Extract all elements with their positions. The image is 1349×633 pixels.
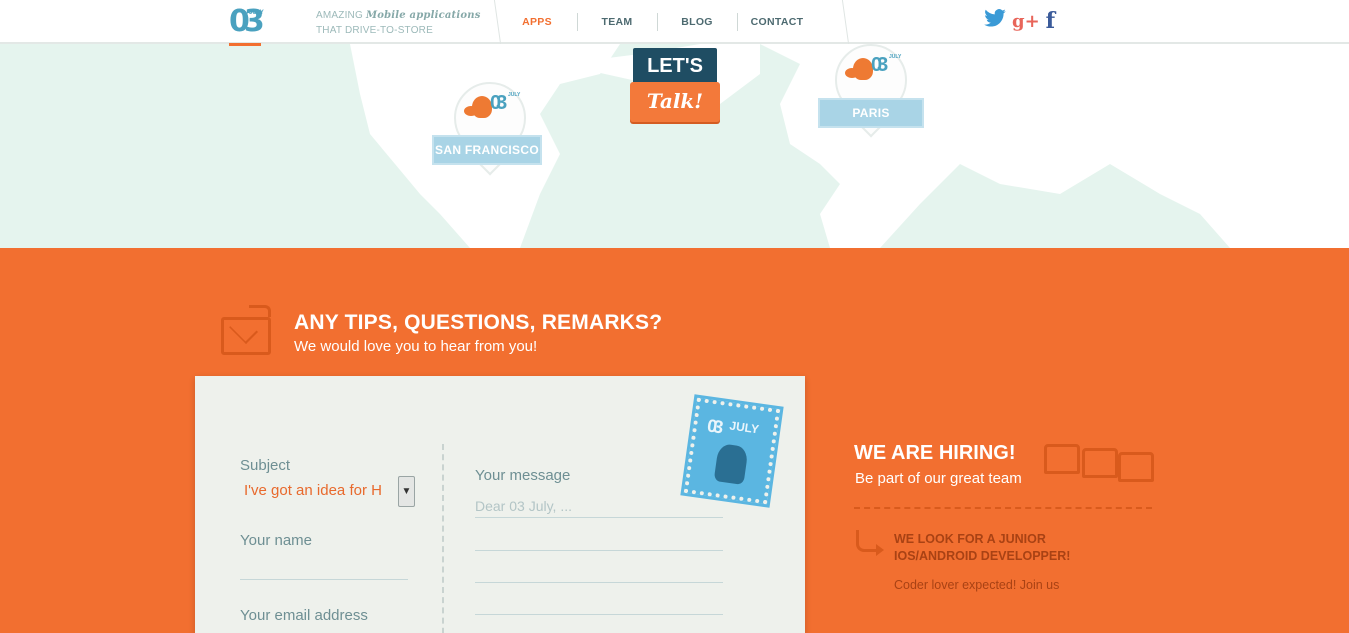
message-line (475, 582, 723, 583)
tagline-prefix: AMAZING (316, 10, 366, 21)
subject-value: I've got an idea for H (244, 482, 382, 499)
postcard-divider (442, 444, 444, 633)
tagline-script: Mobile applications (365, 10, 481, 21)
nav-item-team[interactable]: TEAM (577, 13, 657, 31)
envelope-icon (219, 305, 273, 357)
name-field[interactable] (240, 556, 408, 580)
contact-title: ANY TIPS, QUESTIONS, REMARKS? (294, 311, 663, 334)
talk-label: Talk! (630, 82, 720, 122)
pin-number: 03 (871, 54, 888, 76)
tshirt-icon (1118, 452, 1154, 482)
subject-select[interactable]: I've got an idea for H ▼ (240, 476, 416, 507)
nav-item-contact[interactable]: CONTACT (737, 13, 817, 31)
fox-icon (464, 96, 492, 118)
message-field[interactable] (475, 494, 723, 518)
ribbon-paris: PARIS (818, 98, 924, 128)
tagline: AMAZING Mobile applications THAT DRIVE-T… (316, 8, 481, 38)
message-line (475, 614, 723, 615)
main-nav: APPS TEAM BLOG CONTACT (493, 0, 850, 44)
pin-month: JULY (889, 54, 902, 60)
logo-underline (229, 43, 261, 46)
tagline-line2: THAT DRIVE-TO-STORE (316, 25, 433, 36)
job-posting-subtitle: Coder lover expected! Join us (894, 578, 1060, 592)
hiring-title: WE ARE HIRING! (854, 442, 1016, 464)
site-header: 03 JULY AMAZING Mobile applications THAT… (0, 0, 1349, 46)
stamp-month: JULY (728, 418, 760, 437)
job-posting-link[interactable]: WE LOOK FOR A JUNIOR IOS/ANDROID DEVELOP… (894, 531, 1094, 565)
nav-edge-right (841, 0, 850, 44)
postage-stamp: 03 JULY (680, 394, 784, 508)
site-logo[interactable]: 03 JULY (229, 4, 265, 46)
name-label: Your name (240, 532, 312, 549)
message-line (475, 550, 723, 551)
message-label: Your message (475, 467, 571, 484)
subject-label: Subject (240, 457, 291, 474)
twitter-icon[interactable] (984, 9, 1006, 33)
google-plus-icon[interactable]: g+ (1012, 11, 1040, 32)
contact-subtitle: We would love you to hear from you! (294, 338, 538, 355)
hiring-divider (854, 507, 1152, 509)
pin-month: JULY (508, 92, 521, 98)
tshirts-icon (1042, 438, 1156, 484)
chevron-down-icon[interactable]: ▼ (398, 476, 415, 507)
email-label: Your email address (240, 607, 368, 624)
fox-icon (845, 58, 873, 80)
social-links: g+ f (984, 8, 1055, 34)
stamp-number: 03 (705, 415, 721, 437)
tshirt-icon (1044, 444, 1080, 474)
logo-month: JULY (249, 10, 264, 16)
nav-item-apps[interactable]: APPS (497, 16, 577, 28)
envelope-arrow (249, 305, 271, 317)
facebook-icon[interactable]: f (1046, 8, 1055, 34)
arrow-right-icon (856, 530, 884, 556)
dog-icon (713, 443, 749, 485)
ribbon-san-francisco: SAN FRANCISCO (432, 135, 542, 165)
tshirt-icon (1082, 448, 1118, 478)
pin-number: 03 (490, 92, 507, 114)
lets-label: LET'S (633, 48, 717, 84)
hiring-subtitle: Be part of our great team (855, 470, 1022, 487)
nav-item-blog[interactable]: BLOG (657, 13, 737, 31)
